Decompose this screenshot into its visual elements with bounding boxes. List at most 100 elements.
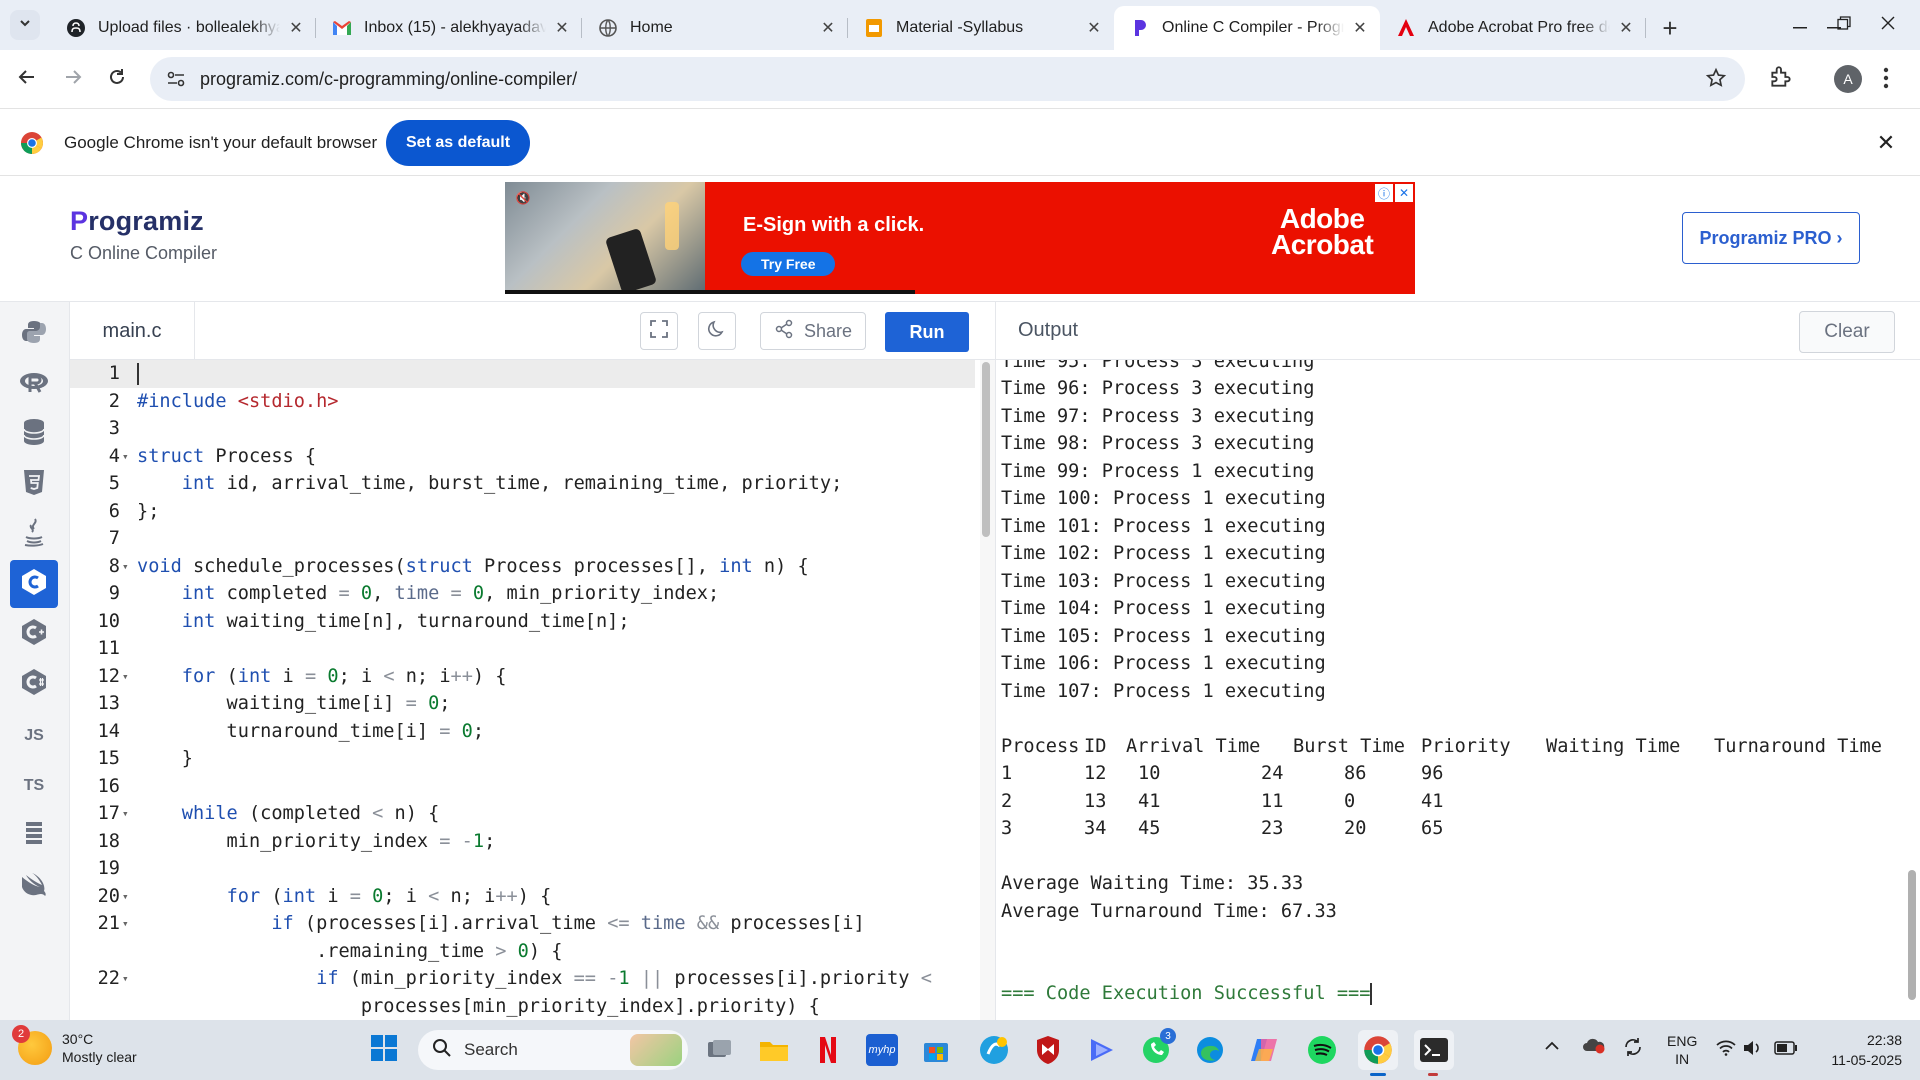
wifi-icon[interactable] — [1716, 1040, 1736, 1059]
file-explorer-icon[interactable] — [754, 1030, 794, 1070]
code-line[interactable]: 13 waiting_time[i] = 0; — [70, 690, 975, 718]
whatsapp-icon[interactable]: 3 — [1136, 1028, 1176, 1070]
rail-item-python[interactable] — [10, 310, 58, 358]
microsoft-store-icon[interactable] — [916, 1030, 956, 1070]
set-as-default-button[interactable]: Set as default — [386, 120, 531, 166]
show-hidden-icons[interactable] — [1544, 1038, 1560, 1054]
output-scrollbar-thumb[interactable] — [1908, 870, 1916, 1000]
rail-item-c[interactable] — [10, 560, 58, 608]
programiz-brand[interactable]: Programiz C Online Compiler — [70, 206, 217, 264]
forward-button[interactable] — [56, 62, 90, 96]
code-line[interactable]: 22 ▾ if (min_priority_index == -1 || proc… — [70, 965, 975, 993]
browser-tab[interactable]: Adobe Acrobat Pro free dc ✕ — [1380, 6, 1646, 50]
clear-output-button[interactable]: Clear — [1799, 311, 1895, 353]
more-menu-icon[interactable] — [1882, 64, 1890, 97]
code-line[interactable]: 20 ▾ for (int i = 0; i < n; i++) { — [70, 883, 975, 911]
code-line[interactable]: 3 — [70, 415, 975, 443]
code-line[interactable]: 4 ▾ struct Process { — [70, 443, 975, 471]
close-infobar-button[interactable]: ✕ — [1872, 129, 1900, 157]
mute-icon[interactable]: 🔇 — [511, 188, 535, 208]
fold-toggle[interactable]: ▾ — [120, 890, 137, 903]
code-line[interactable]: 17 ▾ while (completed < n) { — [70, 800, 975, 828]
tab-close-icon[interactable]: ✕ — [1616, 18, 1636, 38]
editor-scrollbar-thumb[interactable] — [982, 362, 990, 537]
fold-toggle[interactable]: ▾ — [120, 450, 137, 463]
start-button[interactable] — [364, 1030, 404, 1070]
task-view-icon[interactable] — [700, 1030, 740, 1070]
rail-item-java[interactable] — [10, 510, 58, 558]
reload-button[interactable] — [100, 62, 134, 96]
share-button[interactable]: Share — [760, 312, 866, 350]
fold-toggle[interactable]: ▾ — [120, 972, 137, 985]
battery-icon[interactable] — [1774, 1041, 1798, 1058]
close-window-button[interactable] — [1864, 0, 1912, 50]
tab-close-icon[interactable]: ✕ — [286, 18, 306, 38]
extensions-icon[interactable] — [1768, 64, 1794, 95]
code-line[interactable]: 10 int waiting_time[n], turnaround_time[… — [70, 608, 975, 636]
file-tab-main-c[interactable]: main.c — [70, 302, 195, 360]
taskbar-search[interactable]: Search — [418, 1030, 688, 1070]
code-line[interactable]: 2 #include <stdio.h> — [70, 388, 975, 416]
rail-item-sql[interactable] — [10, 410, 58, 458]
address-bar[interactable]: programiz.com/c-programming/online-compi… — [150, 57, 1745, 101]
rail-item-cpp[interactable] — [10, 610, 58, 658]
back-button[interactable] — [10, 62, 44, 96]
fullscreen-button[interactable] — [640, 312, 678, 350]
rail-item-csharp[interactable] — [10, 660, 58, 708]
sync-icon[interactable] — [1622, 1036, 1644, 1061]
code-line[interactable]: 18 min_priority_index = -1; — [70, 828, 975, 856]
minimize-button-real[interactable] — [1776, 0, 1824, 50]
ad-info-icon[interactable]: ⓘ — [1375, 184, 1393, 202]
myhp-icon[interactable]: myhp — [862, 1030, 902, 1070]
volume-icon[interactable] — [1742, 1040, 1762, 1059]
bookmark-star-icon[interactable] — [1705, 67, 1727, 94]
code-line[interactable]: 15 } — [70, 745, 975, 773]
run-button[interactable]: Run — [885, 312, 969, 352]
fold-toggle[interactable]: ▾ — [120, 670, 137, 683]
code-line[interactable]: 16 — [70, 773, 975, 801]
tab-close-icon[interactable]: ✕ — [818, 18, 838, 38]
code-line[interactable]: 14 turnaround_time[i] = 0; — [70, 718, 975, 746]
code-line[interactable]: .remaining_time > 0) { — [70, 938, 975, 966]
rail-item-js[interactable]: JS — [10, 712, 58, 760]
chrome-taskbar-icon[interactable] — [1358, 1030, 1398, 1076]
terminal-icon[interactable] — [1414, 1030, 1454, 1076]
advertisement-banner[interactable]: 🔇 E-Sign with a click. Try Free Adobe Acr… — [505, 182, 1415, 294]
dark-mode-button[interactable] — [698, 312, 736, 350]
code-line[interactable]: 9 int completed = 0, time = 0, min_prior… — [70, 580, 975, 608]
system-clock[interactable]: 22:38 11-05-2025 — [1818, 1030, 1902, 1070]
ad-cta-button[interactable]: Try Free — [741, 252, 836, 276]
browser-tab[interactable]: Home ✕ — [582, 6, 848, 50]
netflix-icon[interactable] — [808, 1030, 848, 1070]
ad-close-icon[interactable]: ✕ — [1395, 184, 1413, 202]
ad-choices[interactable]: ⓘ ✕ — [1375, 184, 1413, 202]
code-line[interactable]: 21 ▾ if (processes[i].arrival_time <= tim… — [70, 910, 975, 938]
rail-item-swift[interactable] — [10, 862, 58, 910]
fold-toggle[interactable]: ▾ — [120, 917, 137, 930]
site-info-icon[interactable] — [164, 71, 188, 87]
browser-tab[interactable]: Material -Syllabus ✕ — [848, 6, 1114, 50]
browser-tab[interactable]: Online C Compiler - Progra ✕ — [1114, 6, 1380, 50]
tab-close-icon[interactable]: ✕ — [1350, 18, 1370, 38]
rail-item-html[interactable] — [10, 460, 58, 508]
copilot-app-icon[interactable] — [974, 1030, 1014, 1070]
code-line[interactable]: 11 — [70, 635, 975, 663]
onedrive-icon[interactable] — [1582, 1036, 1606, 1057]
browser-tab[interactable]: Upload files · bollealekhya/ ✕ — [50, 6, 316, 50]
rail-item-go[interactable] — [10, 812, 58, 860]
code-line[interactable]: 7 — [70, 525, 975, 553]
browser-tab[interactable]: Inbox (15) - alekhyayadav1 ✕ — [316, 6, 582, 50]
code-line[interactable]: 5 int id, arrival_time, burst_time, rema… — [70, 470, 975, 498]
code-line[interactable]: 1 — [70, 360, 975, 388]
code-line[interactable]: 12 ▾ for (int i = 0; i < n; i++) { — [70, 663, 975, 691]
code-line[interactable]: processes[min_priority_index].priority) … — [70, 993, 975, 1021]
profile-avatar[interactable]: A — [1834, 65, 1862, 93]
rail-item-ts[interactable]: TS — [10, 762, 58, 810]
restore-button[interactable] — [1820, 0, 1868, 50]
spotify-icon[interactable] — [1302, 1030, 1342, 1070]
tab-search-button[interactable] — [10, 10, 40, 40]
copilot-icon[interactable] — [1244, 1030, 1284, 1070]
fold-toggle[interactable]: ▾ — [120, 807, 137, 820]
new-tab-button[interactable]: + — [1652, 6, 1688, 50]
media-app-icon[interactable] — [1082, 1030, 1122, 1070]
